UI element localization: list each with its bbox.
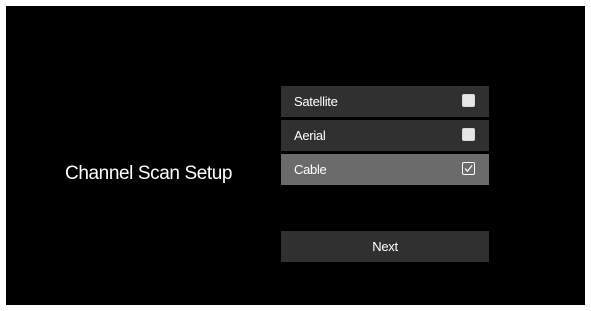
option-label: Aerial	[294, 128, 326, 143]
page-title: Channel Scan Setup	[65, 163, 233, 184]
checkbox-empty-icon[interactable]	[462, 128, 475, 141]
checkbox-checked-icon[interactable]	[462, 162, 475, 175]
option-label: Cable	[294, 162, 327, 177]
tv-screen: Channel Scan Setup Satellite Aerial Cabl…	[6, 6, 585, 305]
option-aerial[interactable]: Aerial	[281, 120, 489, 151]
option-label: Satellite	[294, 94, 338, 109]
option-cable[interactable]: Cable	[281, 154, 489, 185]
option-satellite[interactable]: Satellite	[281, 86, 489, 117]
next-button[interactable]: Next	[281, 231, 489, 262]
checkbox-empty-icon[interactable]	[462, 94, 475, 107]
checkmark-icon	[464, 164, 473, 173]
